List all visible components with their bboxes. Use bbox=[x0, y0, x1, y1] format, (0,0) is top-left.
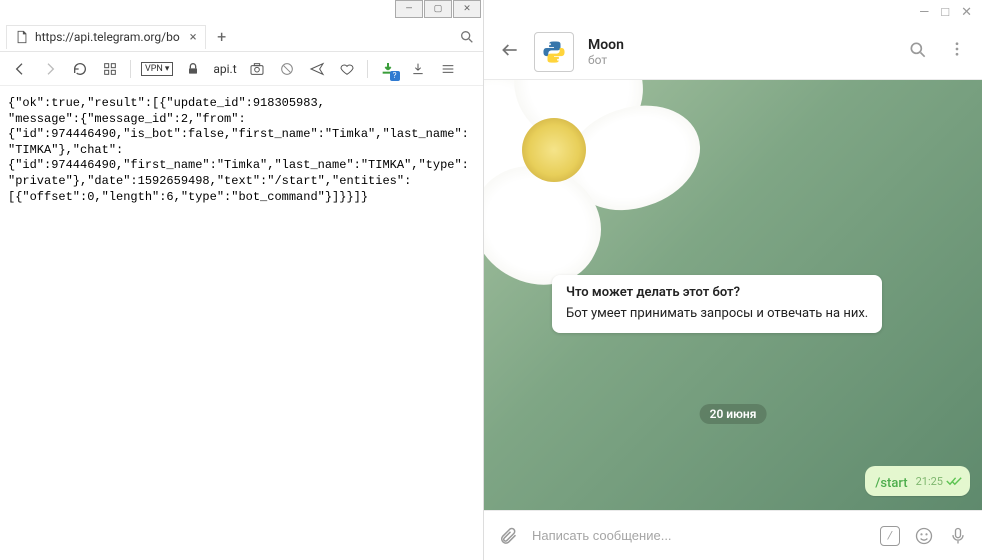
close-button[interactable]: ✕ bbox=[961, 5, 972, 20]
bot-info[interactable]: Moon бот bbox=[588, 37, 624, 67]
message-time: 21:25 bbox=[916, 475, 943, 488]
info-question: Что может делать этот бот? bbox=[566, 285, 868, 300]
message-text: /start bbox=[875, 476, 907, 491]
read-check-icon bbox=[946, 472, 962, 491]
download-manager-icon[interactable]: ? bbox=[378, 59, 398, 79]
heart-icon[interactable] bbox=[337, 59, 357, 79]
address-text[interactable]: api.t bbox=[213, 62, 236, 76]
tab-close-icon[interactable]: × bbox=[190, 30, 197, 45]
camera-icon[interactable] bbox=[247, 59, 267, 79]
attach-icon[interactable] bbox=[498, 526, 518, 546]
grid-icon[interactable] bbox=[100, 59, 120, 79]
telegram-window-controls: ― □ ✕ bbox=[484, 0, 982, 24]
message-meta: 21:25 bbox=[916, 472, 962, 491]
date-separator: 20 июня bbox=[700, 404, 767, 424]
minimize-button[interactable]: ― bbox=[395, 0, 423, 18]
minimize-button[interactable]: ― bbox=[919, 5, 929, 20]
maximize-button[interactable]: ▢ bbox=[424, 0, 452, 18]
reload-icon[interactable] bbox=[70, 59, 90, 79]
chat-area[interactable]: Что может делать этот бот? Бот умеет при… bbox=[484, 80, 982, 510]
browser-tab[interactable]: https://api.telegram.org/bo × bbox=[6, 25, 206, 49]
emoji-icon[interactable] bbox=[914, 526, 934, 546]
message-input-bar: / bbox=[484, 510, 982, 560]
download-icon[interactable] bbox=[408, 59, 428, 79]
bot-avatar[interactable] bbox=[534, 32, 574, 72]
chat-header: Moon бот bbox=[484, 24, 982, 80]
shield-icon[interactable] bbox=[277, 59, 297, 79]
page-icon bbox=[15, 30, 29, 44]
maximize-button[interactable]: □ bbox=[941, 4, 949, 20]
command-icon[interactable]: / bbox=[880, 526, 900, 546]
bot-subtitle: бот bbox=[588, 53, 624, 67]
info-answer: Бот умеет принимать запросы и отвечать н… bbox=[566, 306, 868, 321]
back-icon[interactable] bbox=[500, 40, 520, 64]
browser-window-controls: ― ▢ ✕ bbox=[0, 0, 483, 22]
tab-bar: https://api.telegram.org/bo × + bbox=[0, 22, 483, 52]
close-button[interactable]: ✕ bbox=[453, 0, 481, 18]
voice-icon[interactable] bbox=[948, 526, 968, 546]
search-icon[interactable] bbox=[457, 27, 477, 47]
separator bbox=[367, 60, 368, 78]
send-icon[interactable] bbox=[307, 59, 327, 79]
more-icon[interactable] bbox=[948, 40, 966, 64]
bot-info-card: Что может делать этот бот? Бот умеет при… bbox=[552, 275, 882, 333]
bot-name: Moon bbox=[588, 37, 624, 53]
outgoing-message[interactable]: /start 21:25 bbox=[865, 466, 970, 496]
menu-icon[interactable] bbox=[438, 59, 458, 79]
tab-title: https://api.telegram.org/bo bbox=[35, 30, 180, 44]
telegram-window: ― □ ✕ Moon бот bbox=[484, 0, 982, 560]
message-input[interactable] bbox=[532, 528, 866, 543]
header-actions bbox=[908, 40, 966, 64]
separator bbox=[130, 60, 131, 78]
browser-window: ― ▢ ✕ https://api.telegram.org/bo × + VP… bbox=[0, 0, 484, 560]
lock-icon bbox=[183, 59, 203, 79]
back-icon[interactable] bbox=[10, 59, 30, 79]
search-icon[interactable] bbox=[908, 40, 928, 64]
vpn-label: VPN bbox=[145, 64, 163, 74]
forward-icon[interactable] bbox=[40, 59, 60, 79]
browser-toolbar: VPN▾ api.t ? bbox=[0, 52, 483, 86]
vpn-badge[interactable]: VPN▾ bbox=[141, 62, 173, 76]
response-body[interactable]: {"ok":true,"result":[{"update_id":918305… bbox=[0, 86, 483, 560]
new-tab-button[interactable]: + bbox=[210, 25, 234, 49]
